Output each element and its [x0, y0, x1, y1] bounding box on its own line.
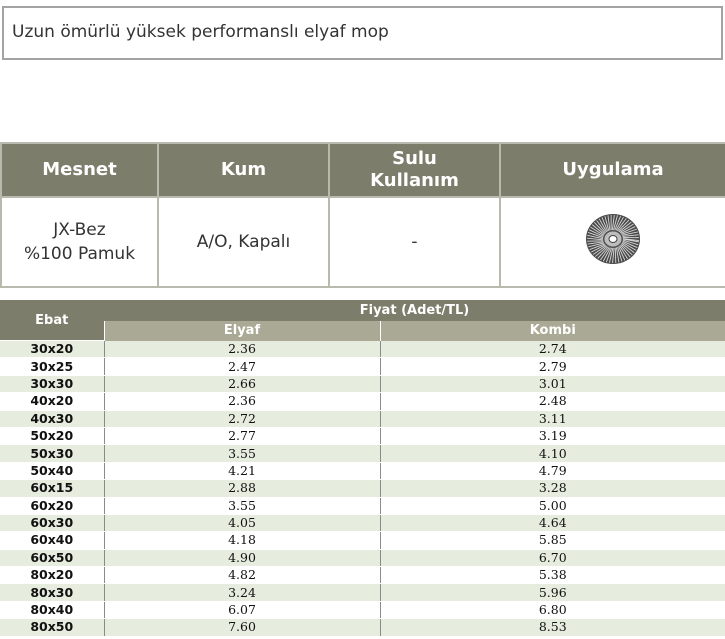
mesnet-line2: %100 Pamuk	[23, 244, 136, 264]
kombi-price-cell: 5.96	[379, 583, 725, 602]
elyaf-price-cell: 4.18	[103, 531, 380, 550]
price-table: Ebat Fiyat (Adet/TL) Elyaf Kombi 30x20 2.…	[0, 300, 725, 637]
spec-table: Mesnet Kum Sulu Kullanım Uygulama JX-Bez…	[0, 142, 725, 288]
elyaf-price-cell: 4.90	[103, 549, 380, 568]
elyaf-price-cell: 4.82	[103, 566, 380, 585]
price-row: 80x40 6.07 6.80	[0, 601, 725, 620]
kombi-price-cell: 2.79	[379, 357, 725, 376]
kombi-price-cell: 3.11	[379, 410, 725, 428]
price-row: 80x50 7.60 8.53	[0, 618, 725, 637]
kombi-price-cell: 2.48	[379, 392, 725, 411]
size-cell: 80x30	[0, 583, 104, 602]
price-row: 60x30 4.05 4.64	[0, 514, 725, 533]
kombi-price-cell: 3.19	[379, 427, 725, 446]
mesnet-line1: JX-Bez	[53, 220, 106, 240]
elyaf-price-cell: 2.77	[103, 427, 380, 446]
size-cell: 30x20	[0, 340, 104, 359]
size-cell: 60x50	[0, 549, 104, 568]
price-row: 60x15 2.88 3.28	[0, 479, 725, 498]
kombi-price-cell: 3.01	[379, 375, 725, 394]
price-row: 40x20 2.36 2.48	[0, 392, 725, 411]
price-row: 30x25 2.47 2.79	[0, 357, 725, 376]
cell-sulu: -	[328, 196, 501, 288]
elyaf-price-cell: 2.88	[103, 479, 380, 498]
price-table-body: 30x20 2.36 2.74 30x25 2.47 2.79 30x30 2.66 3.01 4…	[0, 340, 725, 637]
header-ebat: Ebat	[0, 300, 104, 341]
header-kum: Kum	[157, 142, 330, 198]
size-cell: 60x40	[0, 531, 104, 550]
price-row: 50x20 2.77 3.19	[0, 427, 725, 446]
price-row: 40x30 2.72 3.11	[0, 410, 725, 428]
size-cell: 80x20	[0, 566, 104, 585]
header-mesnet: Mesnet	[0, 142, 159, 198]
size-cell: 30x25	[0, 357, 104, 376]
elyaf-price-cell: 3.55	[103, 444, 380, 463]
price-row: 30x20 2.36 2.74	[0, 340, 725, 359]
elyaf-price-cell: 2.72	[103, 410, 380, 428]
kombi-price-cell: 5.00	[379, 497, 725, 515]
price-row: 80x20 4.82 5.38	[0, 566, 725, 585]
price-row: 60x20 3.55 5.00	[0, 497, 725, 515]
size-cell: 80x40	[0, 601, 104, 620]
spec-value-row: JX-Bez %100 Pamuk A/O, Kapalı -	[0, 196, 725, 288]
cell-kum: A/O, Kapalı	[157, 196, 330, 288]
size-cell: 50x20	[0, 427, 104, 446]
price-row: 50x40 4.21 4.79	[0, 462, 725, 481]
header-sulu-kullanim: Sulu Kullanım	[328, 142, 501, 198]
size-cell: 60x30	[0, 514, 104, 533]
size-cell: 60x20	[0, 497, 104, 515]
size-cell: 40x20	[0, 392, 104, 411]
kombi-price-cell: 3.28	[379, 479, 725, 498]
kombi-price-cell: 4.79	[379, 462, 725, 481]
header-uygulama: Uygulama	[499, 142, 725, 198]
header-sulu-line2: Kullanım	[370, 170, 459, 191]
flap-mop-wheel-icon	[583, 209, 643, 276]
size-cell: 30x30	[0, 375, 104, 394]
price-row: 60x50 4.90 6.70	[0, 549, 725, 568]
elyaf-price-cell: 4.21	[103, 462, 380, 481]
size-cell: 50x30	[0, 444, 104, 463]
elyaf-price-cell: 6.07	[103, 601, 380, 620]
header-elyaf: Elyaf	[103, 320, 380, 341]
price-row: 60x40 4.18 5.85	[0, 531, 725, 550]
price-row: 50x30 3.55 4.10	[0, 444, 725, 463]
elyaf-price-cell: 2.47	[103, 357, 380, 376]
kombi-price-cell: 4.10	[379, 444, 725, 463]
elyaf-price-cell: 3.24	[103, 583, 380, 602]
elyaf-price-cell: 2.36	[103, 340, 380, 359]
price-row: 80x30 3.24 5.96	[0, 583, 725, 602]
kombi-price-cell: 4.64	[379, 514, 725, 533]
elyaf-price-cell: 2.66	[103, 375, 380, 394]
elyaf-price-cell: 3.55	[103, 497, 380, 515]
size-cell: 40x30	[0, 410, 104, 428]
header-sulu-line1: Sulu	[392, 148, 437, 169]
kombi-price-cell: 5.85	[379, 531, 725, 550]
cell-mesnet: JX-Bez %100 Pamuk	[0, 196, 159, 288]
size-cell: 80x50	[0, 618, 104, 637]
product-description: Uzun ömürlü yüksek performanslı elyaf mo…	[12, 22, 389, 42]
size-cell: 50x40	[0, 462, 104, 481]
elyaf-price-cell: 2.36	[103, 392, 380, 411]
cell-uygulama	[499, 196, 725, 288]
kombi-price-cell: 6.70	[379, 549, 725, 568]
elyaf-price-cell: 4.05	[103, 514, 380, 533]
price-row: 30x30 2.66 3.01	[0, 375, 725, 394]
size-cell: 60x15	[0, 479, 104, 498]
kombi-price-cell: 2.74	[379, 340, 725, 359]
spec-header-row: Mesnet Kum Sulu Kullanım Uygulama	[0, 142, 725, 198]
header-fiyat: Fiyat (Adet/TL)	[104, 300, 725, 321]
product-description-box: Uzun ömürlü yüksek performanslı elyaf mo…	[2, 6, 723, 60]
kombi-price-cell: 6.80	[379, 601, 725, 620]
header-kombi: Kombi	[379, 320, 725, 341]
elyaf-price-cell: 7.60	[103, 618, 380, 637]
kombi-price-cell: 8.53	[379, 618, 725, 637]
kombi-price-cell: 5.38	[379, 566, 725, 585]
